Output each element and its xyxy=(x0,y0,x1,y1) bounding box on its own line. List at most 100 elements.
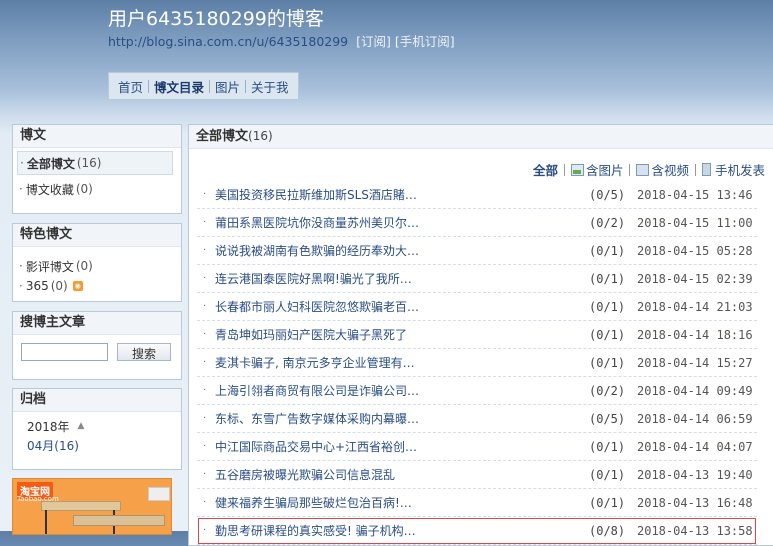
post-comment-count[interactable]: (0/1) xyxy=(589,244,625,258)
post-comment-count[interactable]: (0/5) xyxy=(589,188,625,202)
search-row: 搜索 xyxy=(13,335,181,361)
search-button[interactable]: 搜索 xyxy=(117,343,171,361)
post-count: (16) xyxy=(248,129,273,143)
bullet-icon: · xyxy=(203,189,207,200)
post-comment-count[interactable]: (0/1) xyxy=(589,328,625,342)
panel-header: 全部博文(16) xyxy=(189,125,773,149)
sidebar-item-label[interactable]: 365 xyxy=(26,279,49,293)
picture-icon xyxy=(570,163,584,176)
sidebar-item-count: (0) xyxy=(75,182,93,196)
sidebar-item-label[interactable]: 博文收藏 xyxy=(26,181,74,198)
archive-year[interactable]: 2018年 ▲ xyxy=(13,416,181,436)
sidebar-item-label[interactable]: 影评博文 xyxy=(26,258,74,275)
post-date: 2018-04-14 18:16 xyxy=(637,327,753,342)
sidebar-item-count: (16) xyxy=(76,156,102,170)
bullet-icon: · xyxy=(203,273,207,284)
post-comment-count[interactable]: (0/1) xyxy=(589,272,625,286)
post-date: 2018-04-15 05:28 xyxy=(637,243,753,258)
post-comment-count[interactable]: (0/1) xyxy=(589,440,625,454)
post-comment-count[interactable]: (0/5) xyxy=(589,412,625,426)
sidebar-item-all-posts[interactable]: · 全部博文 (16) xyxy=(17,151,173,175)
post-title-link[interactable]: 五谷磨房被曝光欺骗公司信息混乱 xyxy=(215,466,445,483)
post-row: · 青岛坤如玛丽妇产医院大骗子黑死了 (0/1) 2018-04-14 18:16 xyxy=(197,321,757,349)
bullet-icon: · xyxy=(203,385,207,396)
post-date: 2018-04-15 11:00 xyxy=(637,215,753,230)
panel-title: 搜博主文章 xyxy=(13,312,181,335)
post-title-link[interactable]: 中江国际商品交易中心+江西省裕创… xyxy=(215,438,445,455)
post-title-link[interactable]: 健来福养生骗局那些破烂包治百病!… xyxy=(215,494,445,511)
post-date: 2018-04-15 13:46 xyxy=(637,187,753,202)
blog-url-link[interactable]: http://blog.sina.com.cn/u/6435180299 xyxy=(108,34,348,49)
subscribe-link[interactable]: [订阅] xyxy=(356,34,391,49)
nav-item-pictures[interactable]: 图片 xyxy=(210,77,245,96)
post-row: · 中江国际商品交易中心+江西省裕创… (0/1) 2018-04-14 04:07 xyxy=(197,433,757,461)
post-date: 2018-04-14 04:07 xyxy=(637,439,753,454)
filter-divider xyxy=(629,163,631,176)
filter-with-video[interactable]: 含视频 xyxy=(636,160,689,179)
sidebar-item-label[interactable]: 全部博文 xyxy=(27,155,75,172)
post-date: 2018-04-15 02:39 xyxy=(637,271,753,286)
bullet-icon: · xyxy=(19,279,23,293)
archive-year-label[interactable]: 2018年 xyxy=(27,418,70,435)
post-row: · 健来福养生骗局那些破烂包治百病!… (0/1) 2018-04-13 16:48 xyxy=(197,489,757,517)
ad-table-leg xyxy=(45,510,47,534)
filter-divider xyxy=(563,163,565,176)
sidebar-featured-panel: 特色博文 · 影评博文 (0) · 365 (0) ◉ xyxy=(12,223,182,302)
post-comment-count[interactable]: (0/1) xyxy=(589,300,625,314)
post-date: 2018-04-13 19:40 xyxy=(637,467,753,482)
post-title-link[interactable]: 莆田系黑医院坑你没商量苏州美贝尔… xyxy=(215,214,445,231)
post-row: · 长春都市丽人妇科医院忽悠欺骗老百… (0/1) 2018-04-14 21:03 xyxy=(197,293,757,321)
sidebar-item-favorites[interactable]: · 博文收藏 (0) xyxy=(13,178,181,200)
sidebar-item-film-review[interactable]: · 影评博文 (0) xyxy=(13,255,181,277)
ad-table-image xyxy=(41,501,121,511)
post-comment-count[interactable]: (0/2) xyxy=(589,216,625,230)
post-comment-count[interactable]: (0/1) xyxy=(589,468,625,482)
post-title-link[interactable]: 美国投资移民拉斯维加斯SLS酒店賭… xyxy=(215,186,445,203)
search-input[interactable] xyxy=(21,343,108,361)
filter-mobile-posts[interactable]: 手机发表 xyxy=(701,160,765,179)
filter-label[interactable]: 全部 xyxy=(533,160,558,179)
post-date: 2018-04-14 06:59 xyxy=(637,411,753,426)
post-title-link[interactable]: 麦淇卡骗子, 南京元多亨企业管理有… xyxy=(215,354,445,371)
post-row: · 东标、东雪广告数字媒体采购内幕曝… (0/5) 2018-04-14 06:59 xyxy=(197,405,757,433)
panel-title: 博文 xyxy=(13,125,181,148)
bullet-icon: · xyxy=(203,217,207,228)
bullet-icon: · xyxy=(203,497,207,508)
post-comment-count[interactable]: (0/1) xyxy=(589,496,625,510)
post-comment-count[interactable]: (0/1) xyxy=(589,356,625,370)
post-row: · 莆田系黑医院坑你没商量苏州美贝尔… (0/2) 2018-04-15 11:00 xyxy=(197,209,757,237)
filter-label[interactable]: 含视频 xyxy=(651,160,689,179)
rss-icon[interactable]: ◉ xyxy=(72,281,83,291)
post-row-highlighted: · 勤思考研课程的真实感受! 骗子机构… (0/8) 2018-04-13 13:58 xyxy=(197,517,757,545)
post-title-link[interactable]: 东标、东雪广告数字媒体采购内幕曝… xyxy=(215,410,445,427)
post-comment-count[interactable]: (0/2) xyxy=(589,384,625,398)
post-date: 2018-04-14 15:27 xyxy=(637,355,753,370)
sidebar-item-365[interactable]: · 365 (0) ◉ xyxy=(13,277,181,295)
post-title-link[interactable]: 长春都市丽人妇科医院忽悠欺骗老百… xyxy=(215,298,445,315)
post-title-link[interactable]: 上海引翎者商贸有限公司是诈骗公司… xyxy=(215,382,445,399)
post-row: · 连云港国泰医院好黑啊!骗光了我所… (0/1) 2018-04-15 02:39 xyxy=(197,265,757,293)
nav-item-blog-directory[interactable]: 博文目录 xyxy=(149,77,209,96)
bullet-icon: · xyxy=(203,329,207,340)
taobao-ad-banner[interactable]: 淘宝网 Taobao.com xyxy=(12,478,172,535)
panel-title: 特色博文 xyxy=(13,224,181,247)
post-title-link[interactable]: 青岛坤如玛丽妇产医院大骗子黑死了 xyxy=(215,326,445,343)
post-title-link[interactable]: 连云港国泰医院好黑啊!骗光了我所… xyxy=(215,270,445,287)
filter-all[interactable]: 全部 xyxy=(533,160,558,179)
nav-item-home[interactable]: 首页 xyxy=(113,77,148,96)
archive-month-link[interactable]: 04月(16) xyxy=(13,436,181,456)
collapse-arrow-icon[interactable]: ▲ xyxy=(78,421,85,431)
post-list: · 美国投资移民拉斯维加斯SLS酒店賭… (0/5) 2018-04-15 13:46… xyxy=(197,181,757,545)
filter-with-pictures[interactable]: 含图片 xyxy=(570,160,624,179)
filter-label[interactable]: 含图片 xyxy=(586,160,624,179)
mobile-subscribe-link[interactable]: [手机订阅] xyxy=(395,34,455,49)
bullet-icon: · xyxy=(19,259,23,273)
nav-item-about[interactable]: 关于我 xyxy=(246,77,294,96)
post-title-link[interactable]: 说说我被湖南有色欺骗的经历奉劝大… xyxy=(215,242,445,259)
sidebar-search-panel: 搜博主文章 搜索 xyxy=(12,311,182,380)
blog-url-line: http://blog.sina.com.cn/u/6435180299 [订阅… xyxy=(108,31,455,50)
bullet-icon: · xyxy=(203,301,207,312)
filter-label[interactable]: 手机发表 xyxy=(715,160,765,179)
post-filter-bar: 全部 含图片 含视频 手机发表 xyxy=(533,160,765,179)
post-row: · 美国投资移民拉斯维加斯SLS酒店賭… (0/5) 2018-04-15 13:46 xyxy=(197,181,757,209)
